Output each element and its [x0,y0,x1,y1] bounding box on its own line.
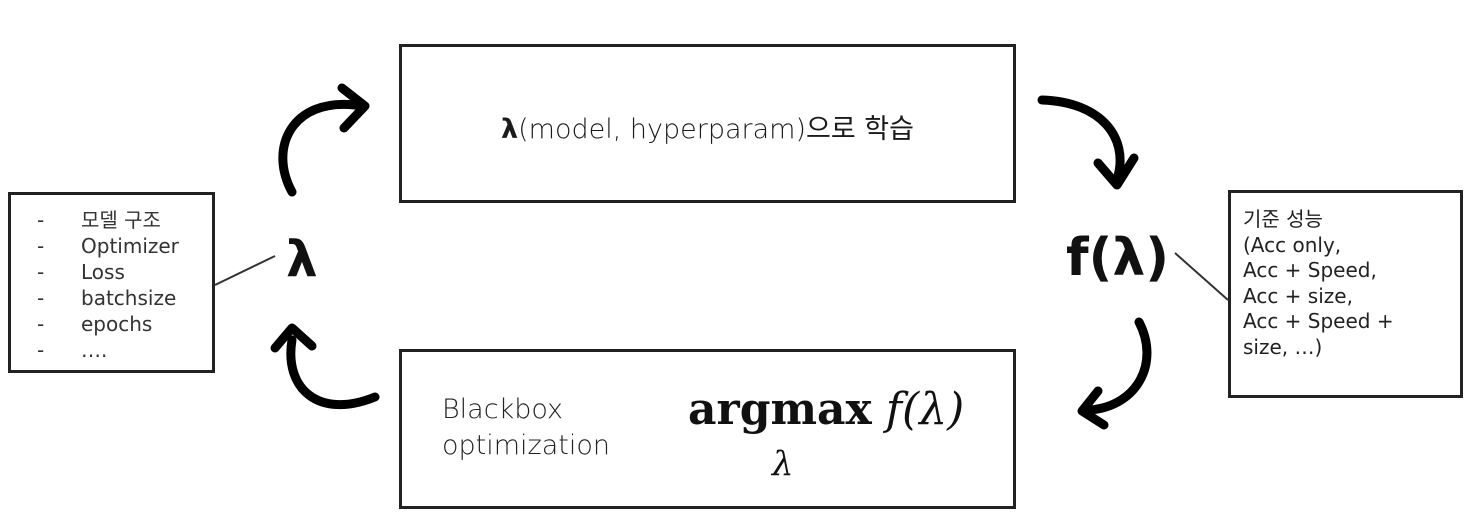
training-label: λ(model, hyperparam)으로 학습 [402,107,1013,146]
list-item-text: epochs [81,312,153,336]
list-item-text: 모델 구조 [81,208,161,232]
arrow-to-objective [1037,95,1125,181]
argmax-subscript: λ [772,444,794,484]
hyperparameter-list: - 모델 구조 - Optimizer - Loss - batchsize - epoc… [37,207,179,363]
optimization-box: Blackbox optimization argmax f(λ) λ [399,349,1016,509]
metric-text: 기준 성능 (Acc only, Acc + Speed, Acc + size… [1243,207,1394,359]
argmax-formula: argmax f(λ) [688,384,964,435]
list-item: - 모델 구조 [37,207,179,233]
arrow-to-lambda [286,335,380,410]
connector-params [214,255,276,286]
list-item-text: …. [81,338,108,362]
list-item-text: Optimizer [81,234,179,258]
arrow-to-train [278,99,360,197]
argmax-operator: argmax [688,384,872,435]
list-item: - Loss [37,259,179,285]
training-box: λ(model, hyperparam)으로 학습 [399,44,1016,203]
list-bullet: - [37,208,45,232]
objective-symbol: f(λ) [1066,228,1170,288]
list-item: - batchsize [37,285,179,311]
metric-box: 기준 성능 (Acc only, Acc + Speed, Acc + size… [1228,190,1463,398]
list-bullet: - [37,234,45,258]
list-item-text: batchsize [81,286,177,310]
list-bullet: - [37,286,45,310]
argmax-objective: f(λ) [885,384,965,435]
list-item: - epochs [37,311,179,337]
hyperparameter-box: - 모델 구조 - Optimizer - Loss - batchsize - epoc… [8,192,215,373]
list-item: - Optimizer [37,233,179,259]
connector-metric [1174,252,1229,301]
training-lambda: λ [501,114,519,145]
list-bullet: - [37,260,45,284]
list-bullet: - [37,338,45,362]
list-item-text: Loss [81,260,125,284]
list-bullet: - [37,312,45,336]
optimization-label: Blackbox optimization [442,394,610,461]
list-item: - …. [37,337,179,363]
training-text: (model, hyperparam)으로 학습 [518,114,914,145]
lambda-symbol: λ [286,230,318,288]
